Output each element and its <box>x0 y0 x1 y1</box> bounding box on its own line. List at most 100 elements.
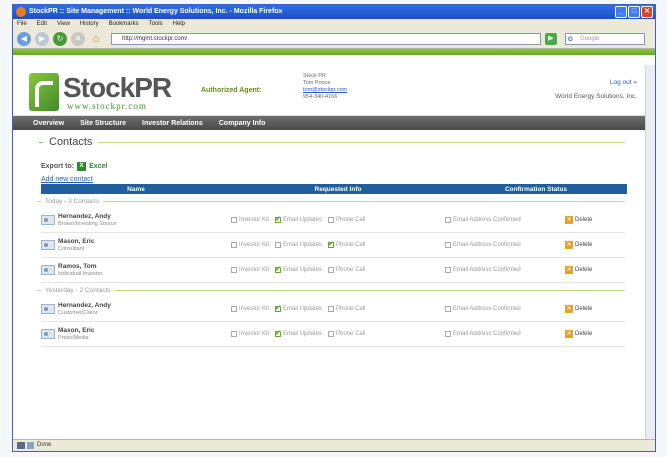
forward-arrow-icon[interactable]: ▶ <box>35 31 49 46</box>
email-updates-checkbox[interactable] <box>275 329 282 337</box>
contact-groups: Today - 3 Contacts Hernandez, Andy Broker/… <box>37 194 625 347</box>
menu-view[interactable]: View <box>57 19 70 29</box>
page-content: StockPR www.stockpr.com Authorized Agent… <box>13 65 645 439</box>
delete-button[interactable]: ✕ Delete <box>565 305 592 313</box>
option-investor-kit[interactable]: Investor Kit <box>231 331 269 337</box>
contact-card-icon <box>41 329 55 339</box>
email-confirmed-label: Email Address Confirmed <box>453 242 521 248</box>
reload-icon[interactable]: ↻ <box>53 31 67 46</box>
group-label: Yesterday - 2 Contacts <box>45 286 111 294</box>
search-input[interactable]: G Google <box>565 32 645 45</box>
contact-card-icon <box>41 265 55 275</box>
option-investor-kit[interactable]: Investor Kit <box>231 267 269 273</box>
stockpr-logo[interactable]: StockPR www.stockpr.com <box>29 73 181 111</box>
option-phone-call[interactable]: Phone Call <box>328 331 365 337</box>
menu-edit[interactable]: Edit <box>37 19 47 29</box>
phone-call-label: Phone Call <box>336 306 366 312</box>
investor-kit-checkbox[interactable] <box>231 267 237 273</box>
go-arrow-icon[interactable]: ▶ <box>545 32 557 45</box>
heading-dash <box>39 141 43 143</box>
investor-kit-checkbox[interactable] <box>231 242 237 248</box>
email-confirmed-checkbox[interactable] <box>445 267 451 273</box>
close-button[interactable]: ✕ <box>641 6 653 18</box>
delete-label: Delete <box>575 331 593 337</box>
contact-name-link[interactable]: Ramos, Tom <box>58 263 102 271</box>
contact-name-cell: Hernandez, Andy Customer/Client <box>41 302 231 317</box>
menu-tools[interactable]: Tools <box>149 19 163 29</box>
group-label: Today - 3 Contacts <box>45 197 100 205</box>
phone-call-checkbox[interactable] <box>328 306 335 312</box>
email-confirmed-checkbox[interactable] <box>445 306 451 312</box>
option-phone-call[interactable]: Phone Call <box>328 240 365 248</box>
excel-icon[interactable]: X <box>77 162 87 171</box>
delete-icon: ✕ <box>565 266 573 274</box>
email-confirmed-checkbox[interactable] <box>445 331 451 337</box>
menu-bookmarks[interactable]: Bookmarks <box>109 19 139 29</box>
nav-overview[interactable]: Overview <box>33 120 64 127</box>
vertical-scrollbar[interactable] <box>645 65 655 439</box>
logo-name: StockPR <box>63 72 172 103</box>
option-email-updates[interactable]: Email Updates <box>275 242 322 248</box>
logout-link[interactable]: Log out » <box>610 79 637 86</box>
nav-site-structure[interactable]: Site Structure <box>80 120 126 127</box>
export-excel-link[interactable]: Excel <box>89 163 107 170</box>
stop-icon[interactable]: ✕ <box>71 31 85 46</box>
contact-name-link[interactable]: Hernandez, Andy <box>58 302 111 310</box>
email-updates-label: Email Updates <box>283 331 323 337</box>
contact-row: Hernandez, Andy Broker/Investing Source In… <box>41 208 625 233</box>
contact-row: Hernandez, Andy Customer/Client Investor K… <box>41 297 625 322</box>
group-header: Today - 3 Contacts <box>37 194 625 208</box>
option-email-updates[interactable]: Email Updates <box>275 329 323 337</box>
email-confirmed-label: Email Address Confirmed <box>453 217 521 223</box>
option-investor-kit[interactable]: Investor Kit <box>231 217 269 223</box>
email-confirmed-checkbox[interactable] <box>445 217 451 223</box>
email-confirmed-checkbox[interactable] <box>445 242 451 248</box>
add-contact-link[interactable]: Add new contact <box>41 176 625 183</box>
window-controls: _ □ ✕ <box>615 6 653 18</box>
nav-company-info[interactable]: Company Info <box>219 120 266 127</box>
menu-help[interactable]: Help <box>173 19 185 29</box>
phone-call-checkbox[interactable] <box>328 240 335 248</box>
status-text: Done <box>37 442 52 448</box>
delete-button[interactable]: ✕ Delete <box>565 216 592 224</box>
nav-investor-relations[interactable]: Investor Relations <box>142 120 203 127</box>
menu-history[interactable]: History <box>80 19 99 29</box>
option-phone-call[interactable]: Phone Call <box>328 217 365 223</box>
investor-kit-label: Investor Kit <box>239 306 270 312</box>
email-updates-checkbox[interactable] <box>275 215 282 223</box>
contact-name-link[interactable]: Mason, Eric <box>58 327 94 335</box>
option-email-updates[interactable]: Email Updates <box>275 304 322 312</box>
email-updates-checkbox[interactable] <box>275 265 282 273</box>
maximize-button[interactable]: □ <box>628 6 640 18</box>
option-investor-kit[interactable]: Investor Kit <box>231 306 269 312</box>
address-bar[interactable]: http://mgmt.stockpr.com/ <box>111 32 541 45</box>
back-arrow-icon[interactable]: ◀ <box>17 31 31 46</box>
contact-name-cell: Hernandez, Andy Broker/Investing Source <box>41 213 231 228</box>
agent-email-link[interactable]: tom@stockpr.com <box>303 87 347 94</box>
delete-button[interactable]: ✕ Delete <box>565 241 592 249</box>
investor-kit-checkbox[interactable] <box>231 306 237 312</box>
email-updates-checkbox[interactable] <box>275 304 282 312</box>
option-phone-call[interactable]: Phone Call <box>328 306 365 312</box>
agent-name: Tom Ponce <box>303 80 331 86</box>
delete-button[interactable]: ✕ Delete <box>565 266 592 274</box>
option-email-updates[interactable]: Email Updates <box>275 215 322 223</box>
status-monitor-icon <box>17 442 25 449</box>
investor-kit-checkbox[interactable] <box>231 217 237 223</box>
option-phone-call[interactable]: Phone Call <box>328 267 365 273</box>
option-email-updates[interactable]: Email Updates <box>275 265 322 273</box>
menu-file[interactable]: File <box>17 19 27 29</box>
main-nav: Overview Site Structure Investor Relatio… <box>13 116 645 130</box>
phone-call-checkbox[interactable] <box>328 217 335 223</box>
investor-kit-checkbox[interactable] <box>231 331 237 337</box>
email-updates-checkbox[interactable] <box>275 242 282 248</box>
option-investor-kit[interactable]: Investor Kit <box>231 242 269 248</box>
phone-call-checkbox[interactable] <box>328 267 335 273</box>
minimize-button[interactable]: _ <box>615 6 627 18</box>
home-icon[interactable]: ⌂ <box>89 32 103 46</box>
delete-button[interactable]: ✕ Delete <box>565 330 592 338</box>
contact-name-link[interactable]: Hernandez, Andy <box>58 213 117 221</box>
export-label: Export to: <box>41 163 75 170</box>
phone-call-checkbox[interactable] <box>328 331 335 337</box>
contact-name-link[interactable]: Mason, Eric <box>58 238 94 246</box>
